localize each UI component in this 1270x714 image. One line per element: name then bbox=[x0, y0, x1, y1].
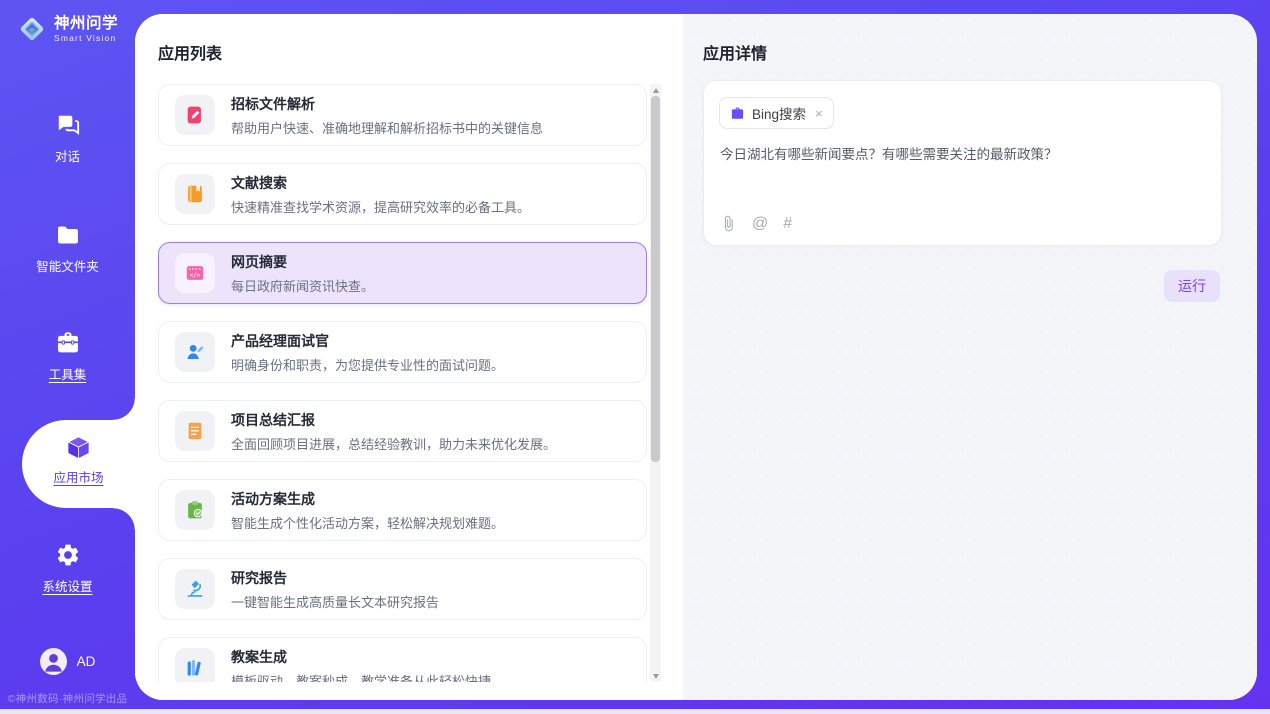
app-card-name: 文献搜索 bbox=[231, 173, 530, 193]
app-card-bid-parsing[interactable]: 招标文件解析 帮助用户快速、准确地理解和解析招标书中的关键信息 bbox=[158, 84, 647, 146]
chat-icon bbox=[55, 112, 81, 138]
app-card-desc: 帮助用户快速、准确地理解和解析招标书中的关键信息 bbox=[231, 118, 543, 137]
tool-tag-label: Bing搜索 bbox=[752, 103, 806, 123]
bottom-edge-strip bbox=[0, 709, 1270, 714]
brand-subtitle: Smart Vision bbox=[54, 34, 118, 43]
app-list-scrollbar[interactable] bbox=[650, 84, 661, 682]
brand-logo: 神州问学 Smart Vision bbox=[0, 14, 135, 44]
app-card-desc: 每日政府新闻资讯快查。 bbox=[231, 276, 374, 295]
app-card-literature-search[interactable]: 文献搜索 快速精准查找学术资源，提高研究效率的必备工具。 bbox=[158, 163, 647, 225]
scroll-up-icon[interactable] bbox=[650, 85, 661, 95]
app-list: 招标文件解析 帮助用户快速、准确地理解和解析招标书中的关键信息 文献搜索 bbox=[158, 84, 647, 682]
sidebar-item-app-market[interactable]: 应用市场 bbox=[22, 434, 135, 486]
app-card-name: 网页摘要 bbox=[231, 252, 374, 272]
prompt-card: Bing搜索 × 今日湖北有哪些新闻要点？有哪些需要关注的最新政策？ @ # bbox=[703, 80, 1222, 246]
webpage-icon: </> bbox=[175, 253, 215, 293]
app-card-name: 产品经理面试官 bbox=[231, 331, 504, 351]
app-card-name: 招标文件解析 bbox=[231, 94, 543, 114]
microscope-icon bbox=[175, 569, 215, 609]
scrollbar-thumb[interactable] bbox=[651, 96, 660, 462]
sidebar-active-indicator: 应用市场 bbox=[22, 420, 135, 508]
gear-icon bbox=[55, 542, 81, 568]
brand-name: 神州问学 bbox=[54, 15, 118, 32]
mention-icon[interactable]: @ bbox=[752, 216, 768, 232]
app-list-panel: 应用列表 招标文件解析 帮助用户快速、准确地理解和解析招标书中的关键信息 bbox=[135, 14, 683, 700]
sidebar-item-label: 智能文件夹 bbox=[36, 256, 99, 275]
briefcase-icon bbox=[730, 106, 745, 121]
app-card-desc: 快速精准查找学术资源，提高研究效率的必备工具。 bbox=[231, 197, 530, 216]
folder-icon bbox=[55, 222, 81, 248]
app-detail-title: 应用详情 bbox=[703, 40, 767, 64]
app-card-web-summary[interactable]: </> 网页摘要 每日政府新闻资讯快查。 bbox=[158, 242, 647, 304]
sidebar-item-smart-folder[interactable]: 智能文件夹 bbox=[0, 222, 135, 275]
interviewer-icon bbox=[175, 332, 215, 372]
close-icon[interactable]: × bbox=[815, 106, 823, 121]
books-icon bbox=[175, 648, 215, 682]
app-card-desc: 明确身份和职责，为您提供专业性的面试问题。 bbox=[231, 355, 504, 374]
app-card-desc: 模板驱动，教案秒成，教学准备从此轻松快捷 bbox=[231, 671, 491, 683]
app-card-desc: 全面回顾项目进展，总结经验教训，助力未来优化发展。 bbox=[231, 434, 556, 453]
main-content: 应用列表 招标文件解析 帮助用户快速、准确地理解和解析招标书中的关键信息 bbox=[135, 14, 1257, 700]
avatar bbox=[40, 648, 67, 675]
cube-icon bbox=[65, 434, 92, 461]
toolbox-icon bbox=[55, 330, 81, 356]
sidebar-item-label: 工具集 bbox=[49, 364, 87, 383]
bid-doc-icon bbox=[175, 95, 215, 135]
svg-text:</>: </> bbox=[190, 272, 201, 279]
app-detail-panel: 应用详情 Bing搜索 × 今日湖北有哪些新闻要点？有哪些需要关注的最新政策？ bbox=[683, 14, 1257, 700]
app-card-lesson-plan[interactable]: 教案生成 模板驱动，教案秒成，教学准备从此轻松快捷 bbox=[158, 637, 647, 682]
tool-tag-bing-search[interactable]: Bing搜索 × bbox=[719, 97, 834, 129]
book-icon bbox=[175, 174, 215, 214]
composer-toolbar: @ # bbox=[720, 215, 792, 232]
sidebar: 神州问学 Smart Vision 对话 智能文件夹 bbox=[0, 0, 135, 714]
paperclip-icon[interactable] bbox=[720, 215, 737, 232]
app-card-name: 项目总结汇报 bbox=[231, 410, 556, 430]
app-card-project-summary[interactable]: 项目总结汇报 全面回顾项目进展，总结经验教训，助力未来优化发展。 bbox=[158, 400, 647, 462]
user-initials: AD bbox=[77, 654, 96, 669]
run-button[interactable]: 运行 bbox=[1164, 270, 1220, 302]
query-text[interactable]: 今日湖北有哪些新闻要点？有哪些需要关注的最新政策？ bbox=[720, 145, 1205, 165]
app-card-name: 活动方案生成 bbox=[231, 489, 504, 509]
sidebar-item-label: 对话 bbox=[55, 146, 80, 165]
sidebar-item-label: 应用市场 bbox=[53, 467, 103, 486]
sidebar-item-label: 系统设置 bbox=[42, 576, 92, 595]
app-card-name: 研究报告 bbox=[231, 568, 439, 588]
diamond-logo-icon bbox=[17, 14, 47, 44]
app-card-name: 教案生成 bbox=[231, 647, 491, 667]
hashtag-icon[interactable]: # bbox=[783, 216, 792, 232]
app-card-pm-interviewer[interactable]: 产品经理面试官 明确身份和职责，为您提供专业性的面试问题。 bbox=[158, 321, 647, 383]
scroll-down-icon[interactable] bbox=[650, 671, 661, 681]
sidebar-item-toolset[interactable]: 工具集 bbox=[0, 330, 135, 383]
app-window: 神州问学 Smart Vision 对话 智能文件夹 bbox=[0, 0, 1270, 714]
summary-doc-icon bbox=[175, 411, 215, 451]
user-account[interactable]: AD bbox=[0, 648, 135, 675]
app-card-event-plan[interactable]: 活动方案生成 智能生成个性化活动方案，轻松解决规划难题。 bbox=[158, 479, 647, 541]
copyright-footer: ©神州数码·神州问学出品 bbox=[0, 691, 135, 706]
app-card-desc: 智能生成个性化活动方案，轻松解决规划难题。 bbox=[231, 513, 504, 532]
sidebar-item-settings[interactable]: 系统设置 bbox=[0, 542, 135, 595]
app-list-title: 应用列表 bbox=[158, 40, 222, 64]
sidebar-item-chat[interactable]: 对话 bbox=[0, 112, 135, 165]
app-card-research-report[interactable]: 研究报告 一键智能生成高质量长文本研究报告 bbox=[158, 558, 647, 620]
app-card-desc: 一键智能生成高质量长文本研究报告 bbox=[231, 592, 439, 611]
clipboard-check-icon bbox=[175, 490, 215, 530]
